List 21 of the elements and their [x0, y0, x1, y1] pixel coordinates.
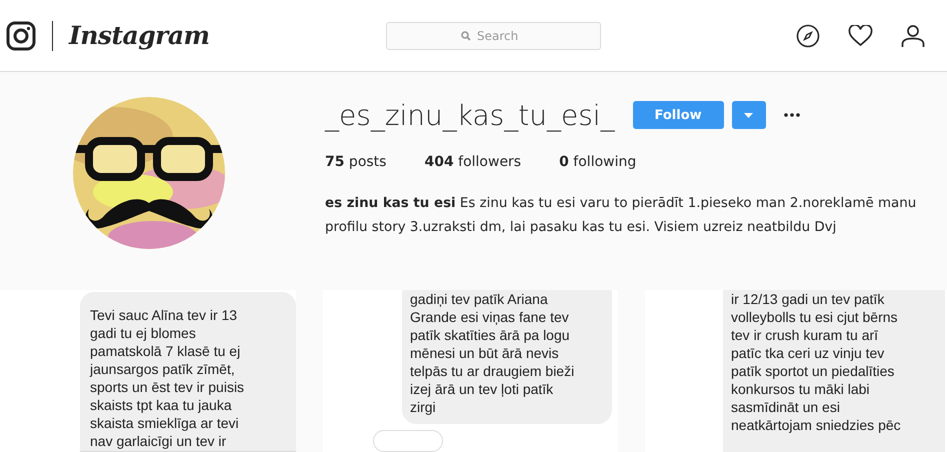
message-text: Tevi sauc Alīna tev ir 13 gadi tu ej blomes pamatskolā 7 klasē tu ej jaunsargos patīk zīmēt, sports un ēst tev ir puisis skaists tpt kaa tu jauka skaista smieklīga ar tevi nav garlaicīgi un tev ir — [90, 306, 244, 450]
dropdown-button[interactable] — [732, 101, 766, 129]
compass-icon[interactable] — [796, 24, 820, 48]
bio-text: es zinu kas tu esi Es zinu kas tu esi varu to pierādīt 1.pieseko man 2.noreklamē manu profilu story 3.uzraksti dm, lai pasaku kas tu esi. Visiem uzreiz neatbildu Dvj — [325, 195, 918, 237]
camera-logo-icon[interactable] — [6, 20, 36, 50]
more-options-icon[interactable] — [784, 113, 800, 117]
stat-count[interactable]: 404 followers — [424, 154, 522, 170]
caret-icon — [744, 112, 754, 118]
post-thumbnail[interactable]: Tevi sauc Alīna tev ir 13 gadi tu ej blomes pamatskolā 7 klasē tu ej jaunsargos patīk zīmēt, sports un ēst tev ir puisis skaists tpt kaa tu jauka skaista smieklīga ar tevi nav garlaicīgi un tev ir — [0, 290, 296, 452]
stat-count[interactable]: 0 following — [559, 154, 636, 170]
post-thumbnail[interactable]: gadiņi tev patīk Ariana Grande esi viņas fane tev patīk skatīties ārā pa logu mēnesi un būt ārā nevis telpās tu ar draugiem bieži izej ārā un tev ļoti patīk zirgi — [323, 290, 618, 452]
search-icon — [461, 30, 471, 40]
message-text: ir 12/13 gadi un tev patīk volleybolls tu esi cjut bērns tev ir crush kuram tu arī patīc tka ceri uz vinju tev patīk sportot un piedalīties konkursos tu māki labi sasmīdināt un esi neatkārtojam sniedzies pēc — [731, 290, 902, 434]
reaction-pill — [373, 430, 443, 452]
username: _es_zinu_kas_tu_esi_ — [325, 98, 615, 132]
stat-count[interactable]: 75 posts — [325, 154, 386, 170]
person-icon[interactable] — [901, 24, 925, 48]
message-text: gadiņi tev patīk Ariana Grande esi viņas fane tev patīk skatīties ārā pa logu mēnesi un būt ārā nevis telpās tu ar draugiem bieži izej ārā un tev ļoti patīk zirgi — [410, 290, 576, 416]
heart-icon[interactable] — [848, 24, 873, 46]
logo-wordmark[interactable]: Instagram — [69, 21, 210, 50]
search-field[interactable]: Search — [386, 22, 601, 50]
